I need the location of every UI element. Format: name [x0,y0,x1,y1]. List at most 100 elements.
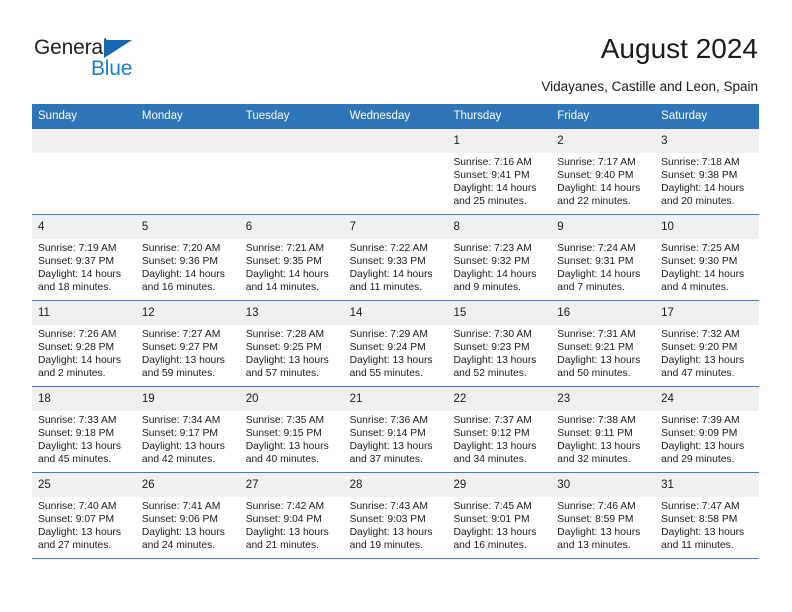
daylight-text-line2: and 18 minutes. [38,282,112,293]
day-details: Sunrise: 7:42 AM Sunset: 9:04 PM Daylight:… [240,497,344,558]
calendar-day-cell[interactable]: 3 Sunrise: 7:18 AM Sunset: 9:38 PM Daylight… [655,129,760,214]
sunset-text: Sunset: 9:31 PM [557,256,634,267]
calendar-day-cell[interactable]: 5 Sunrise: 7:20 AM Sunset: 9:36 PM Daylight… [135,215,240,300]
daylight-text-line1: Daylight: 13 hours [557,527,641,538]
calendar-day-cell[interactable]: 7 Sunrise: 7:22 AM Sunset: 9:33 PM Daylight… [343,215,448,300]
day-number: 8 [447,215,552,239]
day-details: Sunrise: 7:20 AM Sunset: 9:36 PM Daylight:… [136,239,240,300]
day-details: Sunrise: 7:25 AM Sunset: 9:30 PM Daylight:… [655,239,759,300]
calendar-day-cell[interactable]: 20 Sunrise: 7:35 AM Sunset: 9:15 PM Dayligh… [239,387,344,472]
daylight-text-line2: and 16 minutes. [141,282,216,293]
day-details: Sunrise: 7:39 AM Sunset: 9:09 PM Daylight:… [655,411,759,472]
calendar-day-cell[interactable]: 28 Sunrise: 7:43 AM Sunset: 9:03 PM Dayligh… [343,473,448,558]
daylight-text-line1: Daylight: 13 hours [453,355,537,366]
day-details: Sunrise: 7:28 AM Sunset: 9:25 PM Daylight:… [240,325,344,386]
calendar-day-cell[interactable]: 10 Sunrise: 7:25 AM Sunset: 9:30 PM Dayligh… [655,215,760,300]
calendar-day-cell[interactable]: 29 Sunrise: 7:45 AM Sunset: 9:01 PM Dayligh… [447,473,552,558]
day-details: Sunrise: 7:40 AM Sunset: 9:07 PM Daylight:… [32,497,136,558]
brand-name-blue: Blue [91,57,133,80]
day-number: 5 [135,215,240,239]
day-number: 24 [655,387,760,411]
sunrise-text: Sunrise: 7:47 AM [661,501,740,512]
calendar-day-cell[interactable]: 22 Sunrise: 7:37 AM Sunset: 9:12 PM Dayligh… [447,387,552,472]
calendar-day-cell[interactable]: 13 Sunrise: 7:28 AM Sunset: 9:25 PM Dayligh… [239,301,344,386]
brand-logo[interactable]: General Blue [34,36,234,82]
calendar-page: General Blue August 2024 Vidayanes, Cast… [0,0,792,612]
calendar-day-cell[interactable]: 15 Sunrise: 7:30 AM Sunset: 9:23 PM Dayligh… [447,301,552,386]
day-details: Sunrise: 7:47 AM Sunset: 8:58 PM Daylight:… [655,497,759,558]
calendar-day-cell[interactable]: 14 Sunrise: 7:29 AM Sunset: 9:24 PM Dayligh… [343,301,448,386]
daylight-text-line2: and 27 minutes. [38,540,112,551]
sunrise-text: Sunrise: 7:32 AM [661,329,740,340]
calendar-day-cell[interactable]: 31 Sunrise: 7:47 AM Sunset: 8:58 PM Dayligh… [655,473,760,558]
daylight-text-line1: Daylight: 14 hours [661,269,745,280]
sunset-text: Sunset: 9:01 PM [453,514,530,525]
day-number: 26 [135,473,240,497]
calendar-day-cell[interactable]: 12 Sunrise: 7:27 AM Sunset: 9:27 PM Dayligh… [135,301,240,386]
calendar-day-cell[interactable]: 8 Sunrise: 7:23 AM Sunset: 9:32 PM Daylight… [447,215,552,300]
calendar-day-cell[interactable]: 17 Sunrise: 7:32 AM Sunset: 9:20 PM Dayligh… [655,301,760,386]
calendar-day-cell[interactable]: 23 Sunrise: 7:38 AM Sunset: 9:11 PM Dayligh… [551,387,656,472]
sunset-text: Sunset: 9:07 PM [38,514,115,525]
sunrise-text: Sunrise: 7:38 AM [557,415,636,426]
daylight-text-line1: Daylight: 13 hours [245,441,329,452]
calendar-day-cell[interactable]: 16 Sunrise: 7:31 AM Sunset: 9:21 PM Dayligh… [551,301,656,386]
day-number: 10 [655,215,760,239]
daylight-text-line2: and 32 minutes. [557,454,631,465]
day-number: 21 [343,387,448,411]
sunrise-text: Sunrise: 7:37 AM [453,415,532,426]
calendar-day-cell[interactable]: 24 Sunrise: 7:39 AM Sunset: 9:09 PM Dayligh… [655,387,760,472]
day-number: 6 [239,215,344,239]
calendar-day-cell[interactable]: 19 Sunrise: 7:34 AM Sunset: 9:17 PM Dayligh… [135,387,240,472]
day-details: Sunrise: 7:26 AM Sunset: 9:28 PM Daylight:… [32,325,136,386]
calendar-day-cell[interactable]: 21 Sunrise: 7:36 AM Sunset: 9:14 PM Dayligh… [343,387,448,472]
day-details: Sunrise: 7:21 AM Sunset: 9:35 PM Daylight:… [240,239,344,300]
day-details [136,153,240,210]
sunset-text: Sunset: 9:25 PM [245,342,322,353]
calendar-day-cell[interactable]: 11 Sunrise: 7:26 AM Sunset: 9:28 PM Dayligh… [32,301,136,386]
daylight-text-line1: Daylight: 13 hours [661,355,745,366]
calendar-day-cell[interactable]: 26 Sunrise: 7:41 AM Sunset: 9:06 PM Dayligh… [135,473,240,558]
calendar-day-cell[interactable]: 2 Sunrise: 7:17 AM Sunset: 9:40 PM Daylight… [551,129,656,214]
sunrise-text: Sunrise: 7:26 AM [38,329,117,340]
daylight-text-line1: Daylight: 13 hours [453,527,537,538]
calendar-day-cell[interactable]: 6 Sunrise: 7:21 AM Sunset: 9:35 PM Daylight… [239,215,344,300]
sunset-text: Sunset: 9:03 PM [349,514,426,525]
calendar-day-cell[interactable]: 4 Sunrise: 7:19 AM Sunset: 9:37 PM Daylight… [32,215,136,300]
daylight-text-line2: and 37 minutes. [349,454,423,465]
daylight-text-line2: and 16 minutes. [453,540,527,551]
day-number [343,129,448,153]
day-number: 3 [655,129,760,153]
daylight-text-line1: Daylight: 14 hours [453,183,537,194]
daylight-text-line1: Daylight: 13 hours [453,441,537,452]
calendar-day-cell[interactable]: 27 Sunrise: 7:42 AM Sunset: 9:04 PM Dayligh… [239,473,344,558]
calendar-day-cell[interactable]: 9 Sunrise: 7:24 AM Sunset: 9:31 PM Daylight… [551,215,656,300]
sunset-text: Sunset: 9:12 PM [453,428,530,439]
sunrise-text: Sunrise: 7:43 AM [349,501,428,512]
sunrise-text: Sunrise: 7:23 AM [453,243,532,254]
calendar-day-cell[interactable]: 18 Sunrise: 7:33 AM Sunset: 9:18 PM Dayligh… [32,387,136,472]
sunrise-text: Sunrise: 7:34 AM [141,415,221,426]
calendar-day-cell[interactable]: 25 Sunrise: 7:40 AM Sunset: 9:07 PM Dayligh… [32,473,136,558]
day-number: 23 [551,387,656,411]
day-number: 22 [447,387,552,411]
daylight-text-line2: and 11 minutes. [661,540,734,551]
sunrise-text: Sunrise: 7:29 AM [349,329,428,340]
sunrise-text: Sunrise: 7:16 AM [453,157,532,168]
calendar-day-cell[interactable]: 30 Sunrise: 7:46 AM Sunset: 8:59 PM Dayligh… [551,473,656,558]
day-details: Sunrise: 7:46 AM Sunset: 8:59 PM Daylight:… [551,497,655,558]
day-number: 20 [239,387,344,411]
daylight-text-line1: Daylight: 13 hours [349,527,433,538]
day-number: 28 [343,473,448,497]
day-details: Sunrise: 7:18 AM Sunset: 9:38 PM Daylight:… [655,153,759,214]
weekday-header-friday: Friday [557,110,590,122]
sunset-text: Sunset: 9:28 PM [38,342,115,353]
daylight-text-line2: and 42 minutes. [141,454,216,465]
daylight-text-line2: and 55 minutes. [349,368,423,379]
daylight-text-line2: and 14 minutes. [245,282,319,293]
day-details: Sunrise: 7:32 AM Sunset: 9:20 PM Daylight:… [655,325,759,386]
daylight-text-line2: and 34 minutes. [453,454,527,465]
day-details: Sunrise: 7:24 AM Sunset: 9:31 PM Daylight:… [551,239,655,300]
calendar-day-cell[interactable]: 1 Sunrise: 7:16 AM Sunset: 9:41 PM Daylight… [447,129,552,214]
day-number [135,129,240,153]
